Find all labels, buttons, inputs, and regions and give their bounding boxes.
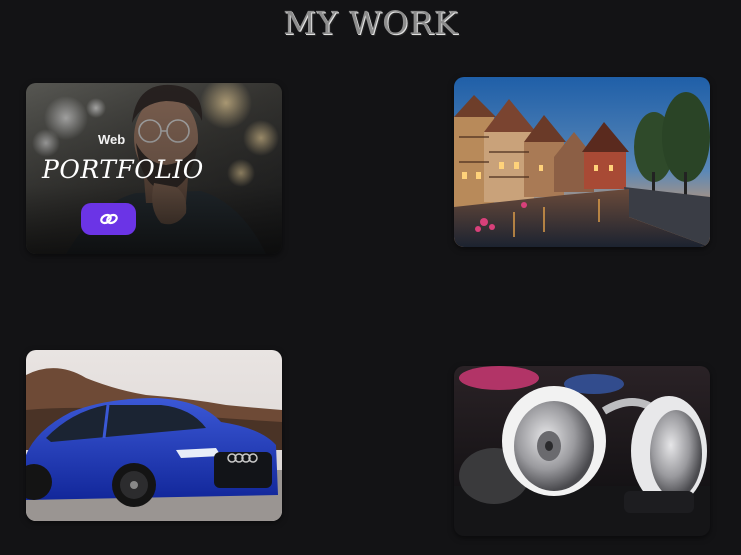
- link-icon: [99, 213, 118, 225]
- portfolio-image-canal-town: [454, 77, 710, 247]
- portfolio-image-blue-car: [26, 350, 282, 521]
- section-title: MY WORK: [283, 4, 458, 42]
- link-button[interactable]: [81, 203, 136, 235]
- card-subtitle: Web: [98, 132, 126, 147]
- card-title: PORTFOLIO: [42, 155, 204, 184]
- portfolio-card-car[interactable]: [26, 350, 282, 521]
- portfolio-card-canal[interactable]: [454, 77, 710, 247]
- card-overlay: Web PORTFOLIO: [26, 83, 282, 254]
- portfolio-card-web[interactable]: Web PORTFOLIO: [26, 83, 282, 254]
- portfolio-image-headphones: [454, 366, 710, 536]
- portfolio-card-headphones[interactable]: [454, 366, 710, 536]
